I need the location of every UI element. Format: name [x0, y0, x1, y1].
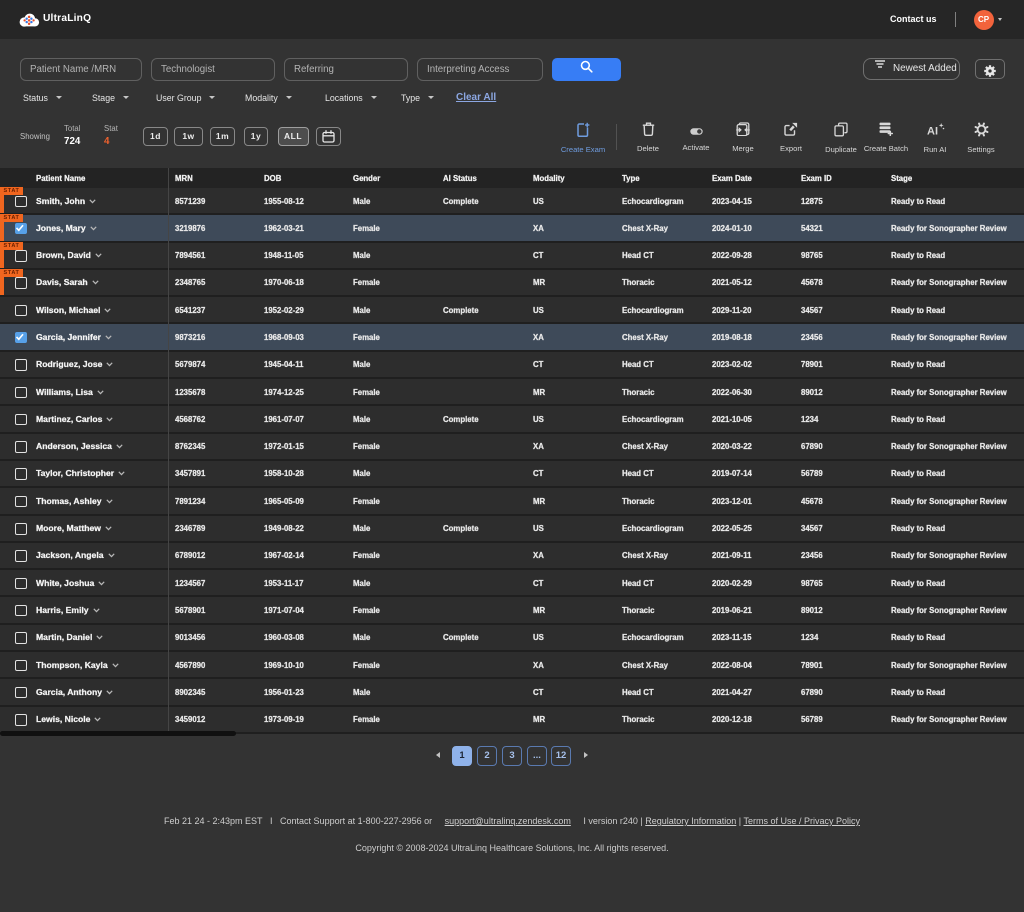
svg-text:AI: AI	[927, 126, 938, 138]
